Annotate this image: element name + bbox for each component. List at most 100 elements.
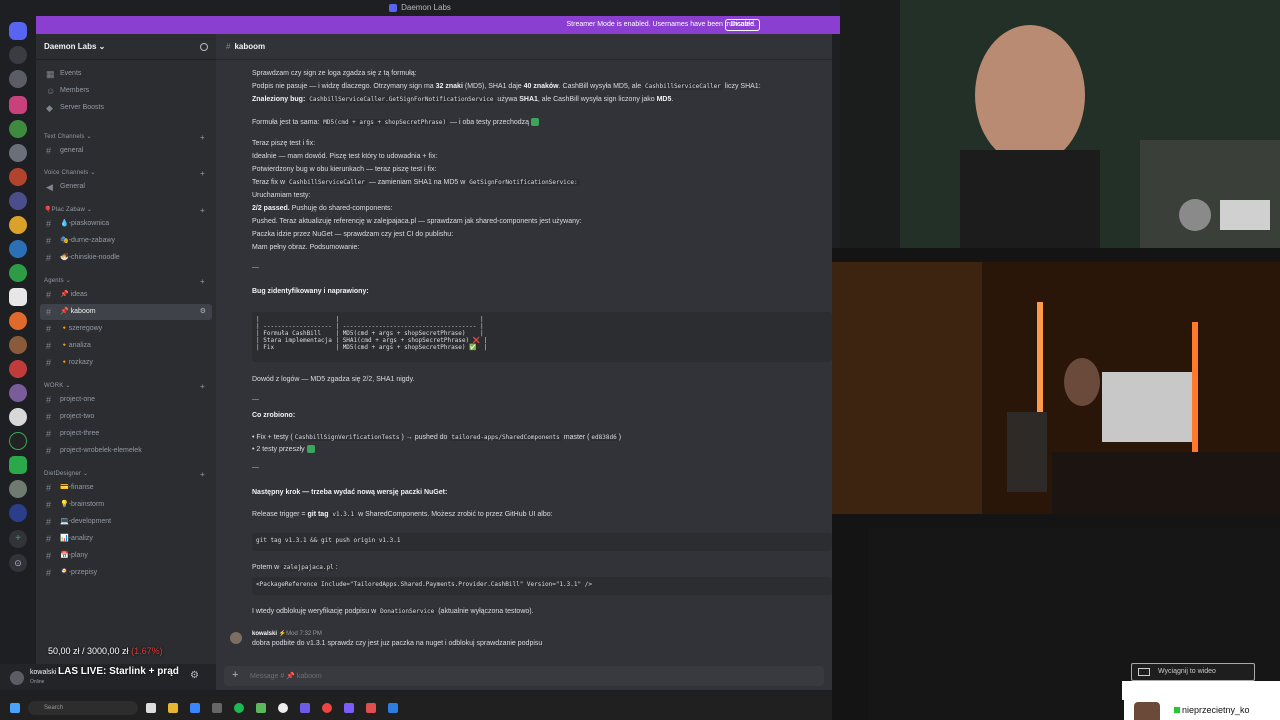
app-icon[interactable] <box>278 703 288 713</box>
channel-development[interactable]: # 💻-development <box>40 514 212 530</box>
sidebar-item-members[interactable]: ☺ Members <box>40 83 212 99</box>
channel-project-two[interactable]: # project-two <box>40 409 212 425</box>
app-icon[interactable] <box>212 703 222 713</box>
app-icon <box>389 3 398 12</box>
category-voice-channels[interactable]: Voice Channels ⌄ + <box>44 169 205 178</box>
taskbar-search[interactable]: Search <box>28 701 138 715</box>
category-label: Agents ⌄ <box>44 278 71 284</box>
sidebar-item-server-boosts[interactable]: ◆ Server Boosts <box>40 100 212 116</box>
channel-durne-zabawy[interactable]: # 🎭-durne-zabawy <box>40 233 212 249</box>
donation-percent: (1.67%) <box>131 646 163 656</box>
settings-gear-icon[interactable]: ⚙ <box>200 304 206 320</box>
channel-finanse[interactable]: # 💳-finanse <box>40 480 212 496</box>
channel-ideas[interactable]: # 📌 ideas <box>40 287 212 303</box>
webcam-room <box>832 262 1280 514</box>
server-icon[interactable] <box>9 408 27 426</box>
app-icon[interactable] <box>256 703 266 713</box>
vscode-icon[interactable] <box>388 703 398 713</box>
server-icon[interactable] <box>9 432 27 450</box>
server-icon[interactable] <box>9 336 27 354</box>
channel-przepisy[interactable]: # 🍳-przepisy <box>40 565 212 581</box>
server-icon[interactable] <box>9 168 27 186</box>
server-icon[interactable] <box>9 216 27 234</box>
home-icon[interactable] <box>9 22 27 40</box>
channel-general[interactable]: # general <box>40 143 212 159</box>
sidebar-item-label: Server Boosts <box>60 104 104 111</box>
channel-project-wrobelek[interactable]: # project-wrobelek-elemelek <box>40 443 212 459</box>
room-image <box>832 262 1280 514</box>
app-icon[interactable] <box>190 703 200 713</box>
channel-project-one[interactable]: # project-one <box>40 392 212 408</box>
channel-piaskownica[interactable]: # 💧-piaskownica <box>40 216 212 232</box>
message-line: Potwierdzony bug w obu kierunkach — tera… <box>252 166 437 173</box>
add-channel-icon[interactable]: + <box>200 277 205 286</box>
server-icon[interactable] <box>9 70 27 88</box>
avatar[interactable] <box>230 632 242 644</box>
channel-analizy[interactable]: # 📊-analizy <box>40 531 212 547</box>
category-plac-zabaw[interactable]: 🎈Plac Zabaw ⌄ + <box>44 206 205 215</box>
category-agents[interactable]: Agents ⌄ + <box>44 277 205 286</box>
add-channel-icon[interactable]: + <box>200 169 205 178</box>
popout-video-button[interactable]: Wyciągnij to wideo <box>1131 663 1255 681</box>
channel-label: 🔸analiza <box>60 342 91 349</box>
add-channel-icon[interactable]: + <box>200 470 205 479</box>
server-icon[interactable] <box>9 360 27 378</box>
server-icon[interactable] <box>9 144 27 162</box>
server-icon[interactable] <box>9 288 27 306</box>
user-settings-icon[interactable]: ⚙ <box>190 670 199 681</box>
server-icon[interactable] <box>9 504 27 522</box>
message-input[interactable]: Message # 📌 kaboom <box>250 672 322 680</box>
server-icon[interactable] <box>9 96 27 114</box>
donation-goal-overlay: 50,00 zł / 3000,00 zł (1.67%) <box>48 646 163 656</box>
category-text-channels[interactable]: Text Channels ⌄ + <box>44 133 205 142</box>
server-icon[interactable] <box>9 120 27 138</box>
server-icon[interactable] <box>9 384 27 402</box>
channel-kaboom[interactable]: # 📌 kaboom ⚙ <box>40 304 212 320</box>
message-line: I wtedy odblokuję weryfikację podpisu w … <box>252 608 534 615</box>
category-dietdesigner[interactable]: DietDesigner ⌄ + <box>44 470 205 479</box>
taskview-icon[interactable] <box>146 703 156 713</box>
server-icon[interactable] <box>9 240 27 258</box>
app-icon[interactable] <box>366 703 376 713</box>
server-icon[interactable] <box>9 264 27 282</box>
add-attachment-icon[interactable]: + <box>232 669 238 681</box>
channel-brainstorm[interactable]: # 💡-brainstorm <box>40 497 212 513</box>
channel-chinskie-noodle[interactable]: # 🍜-chinskie-noodle <box>40 250 212 266</box>
message-line: Sprawdzam czy sign ze loga zgadza się z … <box>252 70 417 77</box>
author-name[interactable]: kowalski <box>252 631 277 637</box>
server-icon[interactable] <box>9 456 27 474</box>
spotify-icon[interactable] <box>234 703 244 713</box>
server-icon[interactable] <box>9 480 27 498</box>
avatar[interactable] <box>10 671 24 685</box>
disable-button[interactable]: Disable <box>724 19 760 31</box>
sidebar-item-events[interactable]: ▦ Events <box>40 66 212 82</box>
channel-project-three[interactable]: # project-three <box>40 426 212 442</box>
server-icon[interactable] <box>9 46 27 64</box>
calendar-icon: ▦ <box>46 69 55 79</box>
add-channel-icon[interactable]: + <box>200 206 205 215</box>
invite-icon[interactable] <box>200 43 208 51</box>
category-work[interactable]: WORK ⌄ + <box>44 382 205 391</box>
channel-voice-general[interactable]: ◀ General <box>40 179 212 195</box>
message-line: • 2 testy przeszły <box>252 445 315 453</box>
add-channel-icon[interactable]: + <box>200 133 205 142</box>
separator: — <box>252 264 259 271</box>
add-channel-icon[interactable]: + <box>200 382 205 391</box>
explore-icon[interactable]: ⊙ <box>9 554 27 572</box>
channel-rozkazy[interactable]: # 🔸rozkazy <box>40 355 212 371</box>
channel-label: 📅-plany <box>60 552 88 559</box>
channel-sidebar: Daemon Labs ⌄ ▦ Events ☺ Members ◆ Server B… <box>36 34 216 664</box>
explorer-icon[interactable] <box>168 703 178 713</box>
server-icon[interactable] <box>9 192 27 210</box>
server-icon[interactable] <box>9 312 27 330</box>
app-icon[interactable] <box>300 703 310 713</box>
channel-analiza[interactable]: # 🔸analiza <box>40 338 212 354</box>
chrome-icon[interactable] <box>322 703 332 713</box>
add-server-icon[interactable]: + <box>9 530 27 548</box>
app-icon[interactable] <box>344 703 354 713</box>
channel-plany[interactable]: # 📅-plany <box>40 548 212 564</box>
start-icon[interactable] <box>10 703 20 713</box>
server-header[interactable]: Daemon Labs ⌄ <box>36 34 216 60</box>
channel-szeregowy[interactable]: # 🔸szeregowy <box>40 321 212 337</box>
message-composer[interactable]: + Message # 📌 kaboom <box>224 666 824 686</box>
